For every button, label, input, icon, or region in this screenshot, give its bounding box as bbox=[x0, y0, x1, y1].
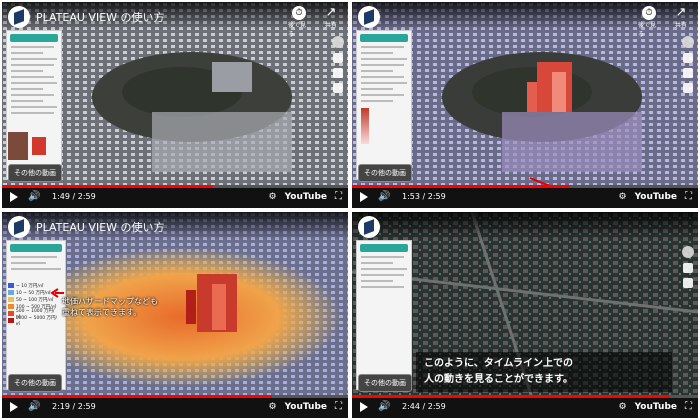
settings-icon[interactable]: ⚙ bbox=[269, 402, 277, 412]
watch-later-button[interactable]: ⏱ 後で見る bbox=[288, 6, 310, 38]
presenter-thumbnail bbox=[8, 132, 28, 160]
progress-fill bbox=[352, 395, 671, 398]
volume-icon[interactable]: 🔊 bbox=[28, 402, 40, 412]
subtitle-caption: このように、タイムライン上での 人の動きを見ることができます。 bbox=[416, 352, 672, 392]
progress-bar[interactable] bbox=[352, 185, 698, 188]
time-display: 1:49 / 2:59 bbox=[52, 192, 96, 201]
sidebar-header[interactable] bbox=[10, 34, 58, 42]
fullscreen-icon[interactable]: ⛶ bbox=[685, 191, 692, 202]
progress-fill bbox=[352, 185, 570, 188]
progress-bar[interactable] bbox=[2, 395, 348, 398]
clock-icon: ⏱ bbox=[292, 6, 306, 20]
legend-item: 1000 ~ 5000 万円/㎡ bbox=[8, 316, 58, 327]
share-icon: ↗ bbox=[325, 5, 337, 20]
settings-icon[interactable]: ⚙ bbox=[619, 402, 627, 412]
other-videos-button[interactable]: その他の動画 bbox=[358, 374, 412, 392]
map-controls[interactable] bbox=[682, 246, 694, 288]
play-icon[interactable] bbox=[360, 402, 368, 412]
volume-icon[interactable]: 🔊 bbox=[378, 192, 390, 202]
time-display: 2:19 / 2:59 bbox=[52, 402, 96, 411]
fullscreen-icon[interactable]: ⛶ bbox=[335, 401, 342, 412]
progress-fill bbox=[2, 395, 272, 398]
legend-swatch bbox=[32, 137, 46, 155]
progress-bar[interactable] bbox=[352, 395, 698, 398]
other-videos-button[interactable]: その他の動画 bbox=[8, 164, 62, 182]
share-button[interactable]: ↗ 共有 bbox=[320, 6, 342, 38]
video-title[interactable]: PLATEAU VIEW の使い方 bbox=[36, 219, 165, 235]
red-annotation-line bbox=[529, 177, 601, 199]
volume-icon[interactable]: 🔊 bbox=[28, 192, 40, 202]
plateau-logo[interactable] bbox=[8, 216, 30, 238]
other-videos-button[interactable]: その他の動画 bbox=[8, 374, 62, 392]
fullscreen-icon[interactable]: ⛶ bbox=[335, 191, 342, 202]
progress-bar[interactable] bbox=[2, 185, 348, 188]
plateau-logo[interactable] bbox=[358, 216, 380, 238]
play-icon[interactable] bbox=[10, 192, 18, 202]
sidebar-header[interactable] bbox=[10, 244, 62, 252]
overlay-annotation: 地価ハザードマップなども 重ねて表示できます。 bbox=[62, 297, 158, 317]
time-display: 2:44 / 2:59 bbox=[402, 402, 446, 411]
settings-icon[interactable]: ⚙ bbox=[619, 192, 627, 202]
volume-icon[interactable]: 🔊 bbox=[378, 402, 390, 412]
watch-later-label: 後で見る bbox=[288, 22, 307, 38]
zoom-in-icon[interactable] bbox=[683, 263, 693, 273]
settings-icon[interactable]: ⚙ bbox=[269, 192, 277, 202]
layers-icon[interactable] bbox=[333, 83, 343, 93]
youtube-logo[interactable]: YouTube bbox=[285, 402, 327, 412]
sidebar-header[interactable] bbox=[360, 244, 408, 252]
time-display: 1:53 / 2:59 bbox=[402, 192, 446, 201]
youtube-logo[interactable]: YouTube bbox=[285, 192, 327, 202]
youtube-logo[interactable]: YouTube bbox=[635, 192, 677, 202]
title-bar bbox=[352, 212, 698, 240]
youtube-logo[interactable]: YouTube bbox=[635, 402, 677, 412]
app-sidebar[interactable] bbox=[356, 240, 412, 390]
compass-icon[interactable] bbox=[682, 246, 694, 258]
zoom-out-icon[interactable] bbox=[683, 278, 693, 288]
video-player-1[interactable]: PLATEAU VIEW の使い方 ⏱ 後で見る ↗ 共有 その他の動画 🔊 1:4… bbox=[2, 2, 348, 208]
compass-icon[interactable] bbox=[332, 36, 344, 48]
play-icon[interactable] bbox=[360, 192, 368, 202]
video-player-3[interactable]: PLATEAU VIEW の使い方 ~ 10 万円/㎡ 10 ~ 50 万円/㎡… bbox=[2, 212, 348, 418]
video-title[interactable]: PLATEAU VIEW の使い方 bbox=[36, 9, 165, 25]
fullscreen-icon[interactable]: ⛶ bbox=[685, 401, 692, 412]
video-player-2[interactable]: ⏱ 後で見る ↗ 共有 その他の動画 🔊 1:53 / 2:59 ⚙ YouTube ⛶ bbox=[352, 2, 698, 208]
map-controls[interactable] bbox=[332, 36, 344, 93]
plateau-logo[interactable] bbox=[8, 6, 30, 28]
zoom-out-icon[interactable] bbox=[333, 68, 343, 78]
zoom-in-icon[interactable] bbox=[333, 53, 343, 63]
video-player-4[interactable]: このように、タイムライン上での 人の動きを見ることができます。 その他の動画 🔊… bbox=[352, 212, 698, 418]
play-icon[interactable] bbox=[10, 402, 18, 412]
progress-fill bbox=[2, 185, 214, 188]
share-label: 共有 bbox=[324, 22, 337, 29]
